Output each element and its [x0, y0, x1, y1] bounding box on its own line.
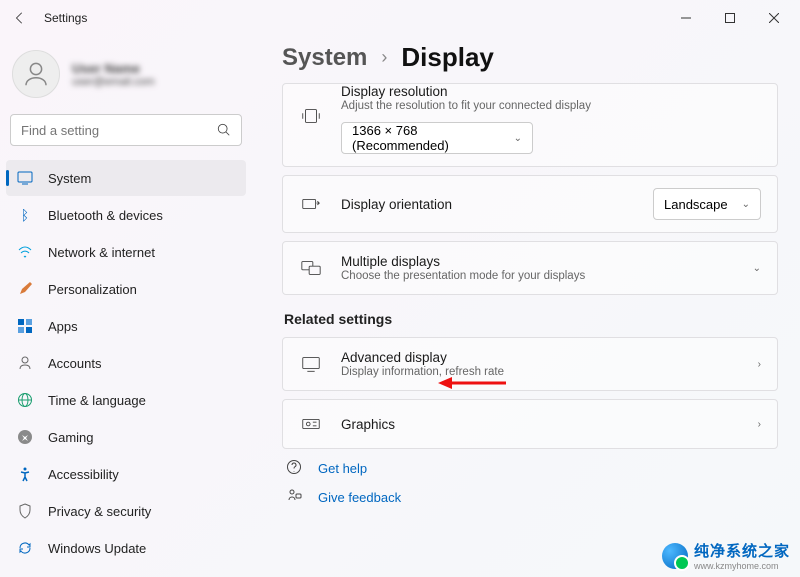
maximize-icon	[725, 13, 735, 23]
chevron-down-icon: ⌄	[753, 263, 761, 274]
related-settings-heading: Related settings	[284, 311, 778, 327]
nav-list: System ᛒBluetooth & devices Network & in…	[6, 160, 246, 566]
page-title: Display	[401, 42, 494, 73]
chevron-right-icon: ›	[758, 359, 761, 370]
window-title: Settings	[44, 11, 87, 25]
give-feedback-link[interactable]: Give feedback	[286, 488, 778, 507]
breadcrumb: System › Display	[282, 42, 778, 73]
search-icon	[217, 123, 231, 137]
arrow-left-icon	[13, 11, 27, 25]
search-input[interactable]	[21, 123, 217, 138]
back-button[interactable]	[4, 2, 36, 34]
resolution-dropdown[interactable]: 1366 × 768 (Recommended) ⌄	[341, 122, 533, 154]
wifi-icon	[16, 243, 34, 261]
multiple-displays-icon	[299, 256, 323, 280]
advanced-display-title: Advanced display	[341, 350, 740, 365]
minimize-icon	[681, 13, 691, 23]
chevron-down-icon: ⌄	[514, 133, 522, 144]
multiple-displays-subtitle: Choose the presentation mode for your di…	[341, 270, 735, 282]
feedback-icon	[286, 488, 304, 507]
nav-personalization[interactable]: Personalization	[6, 271, 246, 307]
nav-time[interactable]: Time & language	[6, 382, 246, 418]
chevron-right-icon: ›	[381, 47, 387, 68]
resolution-subtitle: Adjust the resolution to fit your connec…	[341, 100, 761, 112]
maximize-button[interactable]	[708, 2, 752, 34]
orientation-title: Display orientation	[341, 197, 635, 212]
breadcrumb-parent[interactable]: System	[282, 44, 367, 72]
multiple-displays-title: Multiple displays	[341, 254, 735, 269]
watermark-icon	[662, 543, 688, 569]
graphics-icon	[299, 412, 323, 436]
nav-accounts[interactable]: Accounts	[6, 345, 246, 381]
help-icon	[286, 459, 304, 478]
person-icon	[21, 59, 51, 89]
monitor-icon	[299, 352, 323, 376]
accessibility-icon	[16, 465, 34, 483]
shield-icon	[16, 502, 34, 520]
nav-apps[interactable]: Apps	[6, 308, 246, 344]
resolution-title: Display resolution	[341, 84, 761, 99]
nav-update[interactable]: Windows Update	[6, 530, 246, 566]
advanced-display-card[interactable]: Advanced display Display information, re…	[282, 337, 778, 391]
accounts-icon	[16, 354, 34, 372]
watermark: 纯净系统之家 www.kzmyhome.com	[662, 540, 790, 571]
nav-accessibility[interactable]: Accessibility	[6, 456, 246, 492]
nav-bluetooth[interactable]: ᛒBluetooth & devices	[6, 197, 246, 233]
update-icon	[16, 539, 34, 557]
orientation-icon	[299, 192, 323, 216]
bluetooth-icon: ᛒ	[16, 206, 34, 224]
resolution-icon	[299, 104, 323, 128]
nav-network[interactable]: Network & internet	[6, 234, 246, 270]
graphics-title: Graphics	[341, 417, 740, 432]
advanced-display-subtitle: Display information, refresh rate	[341, 366, 740, 378]
chevron-right-icon: ›	[758, 419, 761, 430]
get-help-link[interactable]: Get help	[286, 459, 778, 478]
orientation-card: Display orientation Landscape ⌄	[282, 175, 778, 233]
orientation-dropdown[interactable]: Landscape ⌄	[653, 188, 761, 220]
chevron-down-icon: ⌄	[742, 199, 750, 210]
graphics-card[interactable]: Graphics ›	[282, 399, 778, 449]
user-panel[interactable]: User Name user@email.com	[6, 46, 246, 110]
close-button[interactable]	[752, 2, 796, 34]
system-icon	[16, 169, 34, 187]
apps-icon	[16, 317, 34, 335]
minimize-button[interactable]	[664, 2, 708, 34]
resolution-card: Display resolution Adjust the resolution…	[282, 83, 778, 167]
nav-system[interactable]: System	[6, 160, 246, 196]
multiple-displays-card[interactable]: Multiple displays Choose the presentatio…	[282, 241, 778, 295]
user-name: User Name	[72, 61, 155, 76]
brush-icon	[16, 280, 34, 298]
annotation-arrow	[438, 375, 508, 391]
nav-privacy[interactable]: Privacy & security	[6, 493, 246, 529]
user-email: user@email.com	[72, 76, 155, 88]
avatar	[12, 50, 60, 98]
search-box[interactable]	[10, 114, 242, 146]
nav-gaming[interactable]: Gaming	[6, 419, 246, 455]
content: System › Display Display resolution Adju…	[252, 36, 800, 577]
close-icon	[769, 13, 779, 23]
gaming-icon	[16, 428, 34, 446]
globe-icon	[16, 391, 34, 409]
titlebar: Settings	[0, 0, 800, 36]
sidebar: User Name user@email.com System ᛒBluetoo…	[0, 36, 252, 577]
